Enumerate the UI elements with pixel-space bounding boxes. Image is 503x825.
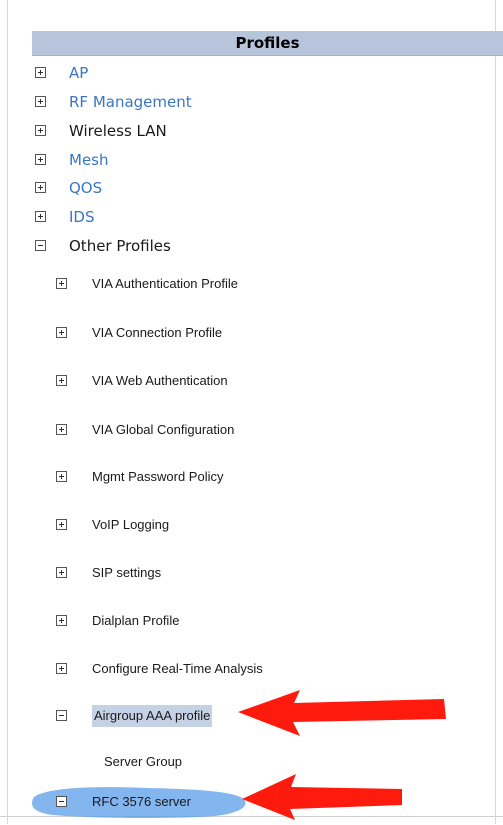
tree-item-label[interactable]: AP — [69, 63, 88, 83]
tree-item-label[interactable]: Wireless LAN — [69, 121, 167, 141]
tree-item-label[interactable]: VIA Authentication Profile — [92, 273, 238, 295]
tree-item-server-group[interactable]: Server Group — [104, 752, 182, 772]
tree-item-label[interactable]: IDS — [69, 207, 95, 227]
expand-plus-icon[interactable] — [35, 67, 46, 78]
expand-plus-icon[interactable] — [35, 96, 46, 107]
tree-item-label-selected[interactable]: Airgroup AAA profile — [92, 705, 213, 727]
expand-plus-icon[interactable] — [35, 182, 46, 193]
collapse-minus-icon[interactable] — [56, 796, 67, 807]
tree-item-label[interactable]: Other Profiles — [69, 236, 171, 256]
expand-plus-icon[interactable] — [56, 567, 67, 578]
tree-item-label[interactable]: RF Management — [69, 92, 192, 112]
profiles-header-title: Profiles — [235, 34, 300, 52]
expand-plus-icon[interactable] — [56, 471, 67, 482]
expand-plus-icon[interactable] — [56, 327, 67, 338]
expand-plus-icon[interactable] — [56, 615, 67, 626]
panel-right-border — [495, 0, 496, 824]
tree-item-label[interactable]: VIA Connection Profile — [92, 322, 222, 344]
expand-plus-icon[interactable] — [56, 278, 67, 289]
tree-item-label[interactable]: RFC 3576 server — [92, 791, 191, 813]
tree-item-label[interactable]: Mgmt Password Policy — [92, 466, 223, 488]
expand-plus-icon[interactable] — [56, 375, 67, 386]
tree-item-label[interactable]: VIA Global Configuration — [92, 419, 234, 441]
tree-item-label[interactable]: VIA Web Authentication — [92, 370, 228, 392]
collapse-minus-icon[interactable] — [35, 240, 46, 251]
expand-plus-icon[interactable] — [56, 424, 67, 435]
expand-plus-icon[interactable] — [35, 125, 46, 136]
tree-item-label[interactable]: Mesh — [69, 150, 109, 170]
expand-plus-icon[interactable] — [35, 154, 46, 165]
tree-item-label[interactable]: Dialplan Profile — [92, 610, 179, 632]
expand-plus-icon[interactable] — [56, 663, 67, 674]
red-arrow-icon — [236, 686, 448, 738]
tree-item-label[interactable]: Configure Real-Time Analysis — [92, 658, 263, 680]
collapse-minus-icon[interactable] — [56, 710, 67, 721]
tree-item-label[interactable]: VoIP Logging — [92, 514, 169, 536]
tree-item-label[interactable]: SIP settings — [92, 562, 161, 584]
panel-left-border — [7, 0, 8, 824]
tree-item-label[interactable]: QOS — [69, 178, 102, 198]
expand-plus-icon[interactable] — [35, 211, 46, 222]
profiles-header: Profiles — [32, 31, 503, 56]
expand-plus-icon[interactable] — [56, 519, 67, 530]
red-arrow-icon — [240, 771, 405, 821]
